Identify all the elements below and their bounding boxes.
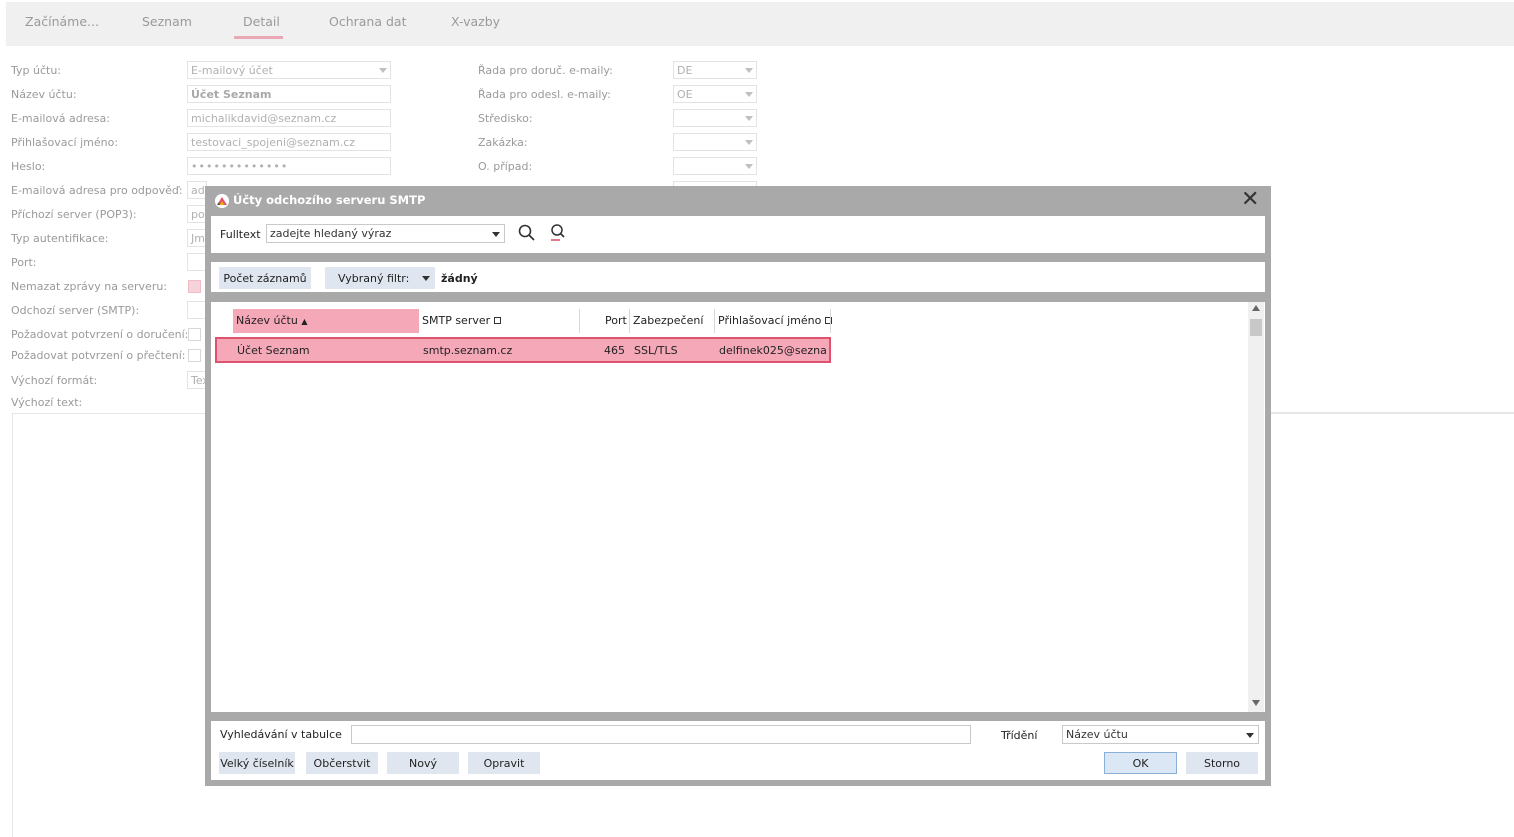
column-header-port[interactable]: Port — [605, 309, 627, 333]
fulltext-input[interactable]: zadejte hledaný výraz — [266, 224, 505, 243]
label-email-address: E-mailová adresa: — [11, 112, 110, 125]
scroll-up-icon[interactable] — [1252, 305, 1260, 311]
advanced-search-icon[interactable] — [548, 223, 568, 246]
active-tab-indicator — [234, 36, 283, 39]
label-incoming-server: Příchozí server (POP3): — [11, 208, 137, 221]
divider — [1271, 412, 1514, 413]
label-delivery-receipt: Požadovat potvrzení o doručení: — [11, 328, 189, 341]
label-default-format: Výchozí formát: — [11, 374, 98, 387]
table-row[interactable]: Účet Seznam smtp.seznam.cz 465 SSL/TLS d… — [215, 337, 831, 363]
table-search-label: Vyhledávání v tabulce — [220, 728, 342, 741]
tab-list[interactable]: Seznam — [142, 14, 192, 29]
login-name-field[interactable]: testovaci_spojeni@seznam.cz — [187, 133, 391, 151]
label-keep-messages: Nemazat zprávy na serveru: — [11, 280, 168, 293]
keep-messages-checkbox[interactable] — [188, 280, 201, 293]
label-order: Zakázka: — [478, 136, 528, 149]
column-header-login-name[interactable]: Přihlašovací jméno — [718, 309, 833, 333]
tab-bar — [6, 2, 1514, 46]
chevron-down-icon — [492, 232, 500, 237]
cell-login-name: delfinek025@seznam.c — [719, 344, 827, 357]
tab-detail[interactable]: Detail — [243, 14, 280, 29]
delivery-receipt-checkbox[interactable] — [188, 328, 201, 341]
search-icon[interactable] — [517, 223, 537, 246]
edit-button[interactable]: Opravit — [468, 752, 540, 774]
label-outgoing-series: Řada pro odesl. e-maily: — [478, 88, 611, 101]
label-cost-center: Středisko: — [478, 112, 533, 125]
case-select[interactable] — [673, 157, 757, 175]
account-type-select[interactable]: E-mailový účet — [187, 61, 391, 79]
vertical-scrollbar[interactable] — [1248, 302, 1264, 712]
port-field[interactable] — [187, 253, 207, 271]
filter-box-icon — [825, 317, 833, 324]
cell-port: 465 — [604, 344, 625, 357]
refresh-button[interactable]: Občerstvit — [306, 752, 378, 774]
column-separator — [714, 309, 715, 333]
ok-button[interactable]: OK — [1104, 752, 1177, 774]
account-name-field[interactable]: Účet Seznam — [187, 85, 391, 103]
auth-type-select[interactable]: Jme — [187, 229, 207, 247]
records-grid — [211, 302, 1265, 712]
label-auth-type: Typ autentifikace: — [11, 232, 109, 245]
chevron-down-icon — [745, 164, 753, 169]
column-header-smtp-server[interactable]: SMTP server — [422, 309, 502, 333]
label-account-type: Typ účtu: — [11, 64, 62, 77]
sort-label: Třídění — [1001, 729, 1038, 742]
tab-getting-started[interactable]: Začínáme... — [25, 14, 99, 29]
default-format-select[interactable]: Tex — [187, 371, 207, 389]
incoming-server-field[interactable]: pop — [187, 205, 207, 223]
new-button[interactable]: Nový — [387, 752, 459, 774]
outgoing-server-field[interactable] — [187, 301, 207, 319]
scroll-down-icon[interactable] — [1252, 700, 1260, 706]
dialog-title: Účty odchozího serveru SMTP — [233, 193, 426, 207]
password-field[interactable]: ••••••••••••• — [187, 157, 391, 175]
filter-value: žádný — [441, 272, 478, 285]
chevron-down-icon — [745, 92, 753, 97]
tab-data-protection[interactable]: Ochrana dat — [329, 14, 406, 29]
sort-select[interactable]: Název účtu — [1062, 725, 1259, 744]
sort-asc-icon: ▲ — [301, 317, 308, 326]
label-port: Port: — [11, 256, 37, 269]
tab-x-links[interactable]: X-vazby — [451, 14, 500, 29]
record-count-button[interactable]: Počet záznamů — [219, 267, 311, 289]
filter-box-icon — [494, 317, 502, 324]
column-header-account-name[interactable]: Název účtu ▲ — [236, 309, 307, 333]
fulltext-label: Fulltext — [220, 228, 261, 241]
order-select[interactable] — [673, 133, 757, 151]
label-incoming-series: Řada pro doruč. e-maily: — [478, 64, 613, 77]
label-outgoing-server: Odchozí server (SMTP): — [11, 304, 140, 317]
label-reply-to: E-mailová adresa pro odpověď: — [11, 184, 183, 197]
big-list-button[interactable]: Velký číselník — [219, 752, 295, 774]
email-address-field[interactable]: michalikdavid@seznam.cz — [187, 109, 391, 127]
cancel-button[interactable]: Storno — [1186, 752, 1258, 774]
cell-smtp-server: smtp.seznam.cz — [423, 344, 513, 357]
filter-dropdown[interactable]: Vybraný filtr: — [325, 267, 435, 289]
incoming-series-select[interactable]: DE — [673, 61, 757, 79]
cell-security: SSL/TLS — [634, 344, 678, 357]
cell-account-name: Účet Seznam — [237, 344, 310, 357]
chevron-down-icon — [745, 140, 753, 145]
label-case: O. případ: — [478, 160, 533, 173]
column-separator — [579, 309, 580, 333]
label-read-receipt: Požadovat potvrzení o přečtení: — [11, 349, 186, 362]
label-default-text: Výchozí text: — [11, 396, 83, 409]
outgoing-series-select[interactable]: OE — [673, 85, 757, 103]
column-separator — [629, 309, 630, 333]
chevron-down-icon — [1246, 733, 1254, 738]
chevron-down-icon — [745, 68, 753, 73]
label-password: Heslo: — [11, 160, 46, 173]
cost-center-select[interactable] — [673, 109, 757, 127]
table-search-input[interactable] — [351, 725, 971, 744]
column-separator — [830, 309, 831, 333]
scroll-thumb[interactable] — [1250, 319, 1262, 336]
chevron-down-icon — [745, 116, 753, 121]
app-logo-icon — [215, 194, 229, 208]
read-receipt-checkbox[interactable] — [188, 349, 201, 362]
reply-to-field[interactable]: adr — [187, 181, 207, 199]
column-header-security[interactable]: Zabezpečení — [633, 309, 703, 333]
chevron-down-icon — [379, 68, 387, 73]
chevron-down-icon — [422, 276, 430, 281]
label-account-name: Název účtu: — [11, 88, 77, 101]
close-icon[interactable]: ✕ — [1241, 189, 1259, 211]
label-login-name: Přihlašovací jméno: — [11, 136, 119, 149]
